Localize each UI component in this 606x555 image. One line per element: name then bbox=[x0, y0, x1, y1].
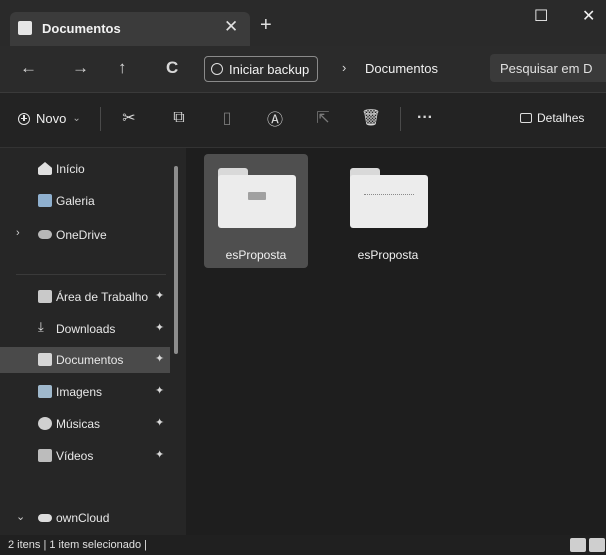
sidebar-item-inicio[interactable]: Início bbox=[0, 156, 170, 182]
sidebar-item-owncloud[interactable]: ⌄ ownCloud bbox=[0, 505, 170, 531]
details-view-icon[interactable] bbox=[570, 538, 586, 552]
more-options-icon[interactable]: ··· bbox=[414, 107, 436, 129]
navigation-pane: Início Galeria › OneDrive Área de Trabal… bbox=[0, 148, 186, 535]
pin-icon[interactable]: ✦ bbox=[155, 352, 164, 365]
folder-icon bbox=[350, 168, 428, 228]
desktop-icon bbox=[38, 290, 52, 303]
tab-title: Documentos bbox=[42, 21, 121, 36]
tiles-view-icon[interactable] bbox=[589, 538, 605, 552]
sidebar-item-label: Área de Trabalho bbox=[56, 290, 149, 304]
folder-icon bbox=[18, 21, 32, 35]
pictures-icon bbox=[38, 385, 52, 398]
cut-icon[interactable]: ✂ bbox=[118, 107, 140, 129]
command-divider bbox=[400, 107, 401, 131]
folder-item-label: esProposta bbox=[357, 248, 419, 262]
sidebar-item-label: Downloads bbox=[56, 322, 116, 336]
status-text: 2 itens | 1 item selecionado | bbox=[8, 539, 148, 551]
sidebar-item-label: Imagens bbox=[56, 385, 103, 399]
search-input[interactable]: Pesquisar em D bbox=[490, 54, 606, 82]
cloud-icon bbox=[38, 514, 52, 522]
sidebar-item-label: Vídeos bbox=[56, 449, 94, 463]
address-bar: ← → ↑ C Iniciar backup › Documentos Pesq… bbox=[0, 46, 606, 93]
command-divider bbox=[100, 107, 101, 131]
file-explorer-window: Documentos ✕ + ☐ ✕ ← → ↑ C Iniciar backu… bbox=[0, 0, 606, 555]
sidebar-item-label: Início bbox=[56, 162, 85, 176]
copy-icon[interactable]: ⧉ bbox=[168, 107, 190, 129]
music-icon bbox=[38, 417, 52, 430]
sidebar-item-musicas[interactable]: Músicas ✦ bbox=[0, 411, 170, 437]
pin-icon[interactable]: ✦ bbox=[155, 448, 164, 461]
tab-close-button[interactable]: ✕ bbox=[224, 17, 238, 37]
search-placeholder: Pesquisar em D bbox=[500, 61, 593, 76]
sidebar-item-imagens[interactable]: Imagens ✦ bbox=[0, 379, 170, 405]
sidebar-divider bbox=[16, 274, 166, 275]
tab-documentos[interactable]: Documentos ✕ bbox=[10, 12, 250, 46]
command-bar: Novo ⌄ ✂ ⧉ ▯ Ⓐ ⇱ 🗑 ··· Detalhes bbox=[0, 93, 606, 148]
breadcrumb-documentos[interactable]: Documentos bbox=[365, 61, 438, 76]
maximize-button[interactable]: ☐ bbox=[534, 6, 548, 26]
sidebar-item-label: Documentos bbox=[56, 353, 124, 367]
sidebar-item-area-de-trabalho[interactable]: Área de Trabalho ✦ bbox=[0, 284, 170, 310]
folder-item[interactable]: esProposta bbox=[204, 154, 308, 268]
pin-icon[interactable]: ✦ bbox=[155, 416, 164, 429]
back-button[interactable]: ← bbox=[20, 58, 37, 78]
details-label: Detalhes bbox=[537, 111, 585, 125]
gallery-icon bbox=[38, 194, 52, 207]
home-icon bbox=[38, 162, 52, 175]
sidebar-item-label: ownCloud bbox=[56, 511, 110, 525]
new-tab-button[interactable]: + bbox=[260, 14, 272, 37]
sidebar-item-galeria[interactable]: Galeria bbox=[0, 188, 170, 214]
sidebar-scrollbar[interactable] bbox=[174, 166, 178, 354]
sidebar-item-documentos[interactable]: Documentos ✦ bbox=[0, 347, 170, 373]
pin-icon[interactable]: ✦ bbox=[155, 384, 164, 397]
title-bar: Documentos ✕ + ☐ ✕ bbox=[0, 0, 606, 46]
sidebar-item-downloads[interactable]: ⤓ Downloads ✦ bbox=[0, 316, 170, 342]
details-button[interactable]: Detalhes bbox=[520, 111, 584, 125]
details-pane-icon bbox=[520, 113, 532, 123]
backup-label: Iniciar backup bbox=[229, 61, 310, 77]
start-backup-button[interactable]: Iniciar backup bbox=[204, 56, 319, 82]
pin-icon[interactable]: ✦ bbox=[155, 321, 164, 334]
folder-item[interactable]: esProposta bbox=[336, 154, 440, 268]
close-window-button[interactable]: ✕ bbox=[582, 6, 595, 26]
chevron-down-icon: ⌄ bbox=[72, 113, 81, 124]
folder-item-label: esProposta bbox=[225, 248, 287, 262]
pin-icon[interactable]: ✦ bbox=[155, 289, 164, 302]
sidebar-item-label: Galeria bbox=[56, 194, 95, 208]
folder-icon bbox=[218, 168, 296, 228]
breadcrumb-separator[interactable]: › bbox=[342, 60, 346, 75]
sidebar-item-onedrive[interactable]: › OneDrive bbox=[0, 222, 170, 248]
paste-icon[interactable]: ▯ bbox=[216, 107, 238, 129]
up-button[interactable]: ↑ bbox=[118, 58, 127, 78]
chevron-down-icon[interactable]: ⌄ bbox=[16, 510, 25, 523]
rename-icon[interactable]: Ⓐ bbox=[264, 107, 286, 129]
sidebar-item-label: OneDrive bbox=[56, 228, 107, 242]
file-list: esProposta esProposta bbox=[186, 148, 606, 535]
new-label: Novo bbox=[36, 111, 67, 126]
download-icon: ⤓ bbox=[38, 319, 44, 334]
refresh-button[interactable]: C bbox=[166, 58, 178, 78]
plus-circle-icon bbox=[18, 112, 30, 125]
share-icon[interactable]: ⇱ bbox=[312, 107, 334, 129]
status-bar: 2 itens | 1 item selecionado | bbox=[0, 535, 606, 555]
videos-icon bbox=[38, 449, 52, 462]
backup-icon bbox=[211, 63, 223, 75]
chevron-right-icon[interactable]: › bbox=[16, 227, 20, 239]
new-button[interactable]: Novo ⌄ bbox=[18, 111, 81, 126]
sidebar-item-label: Músicas bbox=[56, 417, 101, 431]
documents-icon bbox=[38, 353, 52, 366]
delete-icon[interactable]: 🗑 bbox=[360, 107, 382, 129]
forward-button[interactable]: → bbox=[72, 58, 89, 78]
cloud-icon bbox=[38, 230, 52, 239]
sidebar-item-videos[interactable]: Vídeos ✦ bbox=[0, 443, 170, 469]
